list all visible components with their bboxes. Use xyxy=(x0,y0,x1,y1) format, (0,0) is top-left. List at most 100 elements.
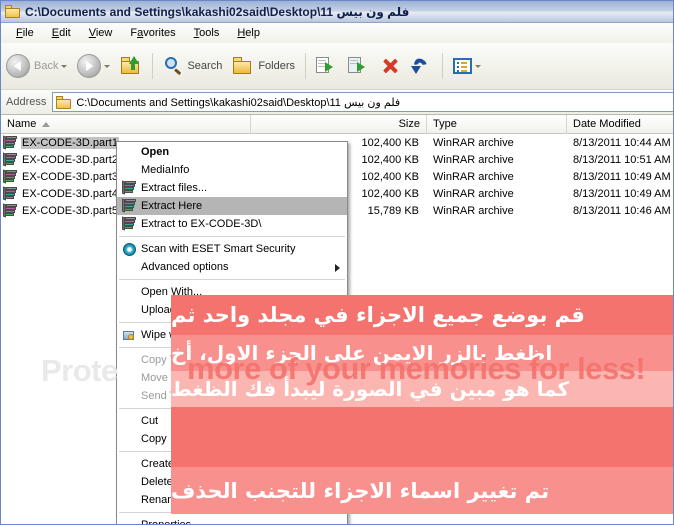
window-title: C:\Documents and Settings\kakashi02said\… xyxy=(25,4,410,19)
search-label: Search xyxy=(187,60,223,72)
folders-label: Folders xyxy=(258,60,296,72)
no-icon xyxy=(120,259,138,275)
file-date-cell: 8/13/2011 10:49 AM xyxy=(573,187,671,200)
chevron-down-icon-forward[interactable] xyxy=(104,64,111,68)
toolbar-separator-1 xyxy=(152,53,154,79)
context-menu-item-scan-eset[interactable]: Scan with ESET Smart Security xyxy=(117,240,347,258)
undo-button[interactable] xyxy=(405,47,437,85)
views-icon xyxy=(453,58,473,74)
copy-to-button[interactable] xyxy=(343,47,375,85)
folders-icon xyxy=(232,56,254,76)
up-folder-icon xyxy=(120,56,142,76)
context-menu-separator xyxy=(119,279,345,280)
sort-ascending-icon xyxy=(42,121,51,127)
context-menu-separator xyxy=(119,236,345,237)
context-menu-item-extract-to-folder[interactable]: Extract to EX-CODE-3D\ xyxy=(117,215,347,233)
address-input[interactable]: C:\Documents and Settings\kakashi02said\… xyxy=(52,92,673,112)
no-icon xyxy=(120,388,138,404)
eset-icon xyxy=(120,241,138,257)
column-headers: Name Size Type Date Modified xyxy=(1,114,673,134)
file-type-cell: WinRAR archive xyxy=(433,187,514,200)
winrar-icon xyxy=(120,198,138,214)
winrar-icon xyxy=(120,180,138,196)
forward-arrow-icon xyxy=(77,54,102,78)
winrar-archive-icon xyxy=(3,152,18,167)
no-icon xyxy=(120,284,138,300)
column-header-name[interactable]: Name xyxy=(1,114,251,134)
file-name: EX-CODE-3D.part1 xyxy=(21,136,119,149)
file-date-cell: 8/13/2011 10:44 AM xyxy=(573,136,671,149)
folder-icon xyxy=(5,5,21,18)
no-icon xyxy=(120,456,138,472)
context-menu-item-mediainfo[interactable]: MediaInfo xyxy=(117,161,347,179)
move-to-folder-icon xyxy=(316,56,338,76)
up-button[interactable] xyxy=(115,47,147,85)
address-folder-icon xyxy=(56,95,72,109)
forward-button[interactable] xyxy=(72,47,115,85)
file-date-cell: 8/13/2011 10:49 AM xyxy=(573,170,671,183)
address-bar: Address C:\Documents and Settings\kakash… xyxy=(1,90,673,115)
column-header-type[interactable]: Type xyxy=(427,114,567,134)
move-to-button[interactable] xyxy=(311,47,343,85)
no-icon xyxy=(120,492,138,508)
column-header-size[interactable]: Size xyxy=(251,114,427,134)
winrar-archive-icon xyxy=(3,135,18,150)
file-name: EX-CODE-3D.part3 xyxy=(22,170,118,183)
file-type-cell: WinRAR archive xyxy=(433,204,514,217)
no-icon xyxy=(120,431,138,447)
annotation-line-1: قم بوضع جميع الاجزاء في مجلد واحد ثم xyxy=(171,295,673,335)
file-name: EX-CODE-3D.part2 xyxy=(22,153,118,166)
annotation-spacer-band xyxy=(171,407,673,467)
back-arrow-icon xyxy=(6,54,30,78)
file-type-cell: WinRAR archive xyxy=(433,153,514,166)
chevron-down-icon-views[interactable] xyxy=(475,64,482,68)
context-menu-item-properties[interactable]: Properties xyxy=(117,516,347,524)
annotation-line-3: كما هو مبين في الصورة ليبدأ فك الظغط xyxy=(171,371,673,407)
search-icon xyxy=(163,56,183,76)
menu-view[interactable]: View xyxy=(80,25,122,41)
winrar-archive-icon xyxy=(3,203,18,218)
ashampoo-icon xyxy=(120,327,138,343)
winrar-archive-icon xyxy=(3,186,18,201)
back-button[interactable]: Back xyxy=(1,47,72,85)
winrar-archive-icon xyxy=(3,169,18,184)
file-name: EX-CODE-3D.part5 xyxy=(22,204,118,217)
title-bar: C:\Documents and Settings\kakashi02said\… xyxy=(1,1,673,23)
submenu-arrow-icon xyxy=(335,264,340,272)
column-header-date[interactable]: Date Modified xyxy=(567,115,673,134)
context-menu-item-extract-files[interactable]: Extract files... xyxy=(117,179,347,197)
context-menu-item-advanced-options[interactable]: Advanced options xyxy=(117,258,347,276)
annotation-line-2: اظغط بالزر الايمن على الجزء الاول، أخ xyxy=(171,335,673,371)
no-icon xyxy=(120,413,138,429)
file-date-cell: 8/13/2011 10:51 AM xyxy=(573,153,671,166)
views-button[interactable] xyxy=(448,47,486,85)
context-menu-item-open[interactable]: Open xyxy=(117,143,347,161)
menu-file[interactable]: FFileile xyxy=(7,25,43,41)
no-icon xyxy=(120,517,138,524)
chevron-down-icon[interactable] xyxy=(61,64,68,68)
menu-favorites[interactable]: Favorites xyxy=(121,25,184,41)
menu-bar: FFileile Edit View Favorites Tools Help xyxy=(1,23,673,43)
delete-button[interactable] xyxy=(375,47,405,85)
menu-tools[interactable]: Tools xyxy=(185,25,229,41)
copy-to-folder-icon xyxy=(348,56,370,76)
file-name: EX-CODE-3D.part4 xyxy=(22,187,118,200)
file-type-cell: WinRAR archive xyxy=(433,170,514,183)
no-icon xyxy=(120,144,138,160)
no-icon xyxy=(120,370,138,386)
context-menu-item-extract-here[interactable]: Extract Here xyxy=(117,197,347,215)
toolbar-separator-3 xyxy=(442,53,444,79)
menu-help[interactable]: Help xyxy=(228,25,269,41)
search-button[interactable]: Search xyxy=(158,47,227,85)
no-icon xyxy=(120,352,138,368)
back-label: Back xyxy=(34,60,59,72)
toolbar: Back Search Folders xyxy=(1,43,673,90)
menu-edit[interactable]: Edit xyxy=(43,25,80,41)
undo-icon xyxy=(410,56,432,76)
no-icon xyxy=(120,474,138,490)
folders-button[interactable]: Folders xyxy=(227,47,300,85)
annotation-line-4: تم تغيير اسماء الاجزاء للتجنب الحذف xyxy=(171,467,673,514)
no-icon xyxy=(120,302,138,318)
winrar-icon xyxy=(120,216,138,232)
explorer-window: C:\Documents and Settings\kakashi02said\… xyxy=(0,0,674,525)
